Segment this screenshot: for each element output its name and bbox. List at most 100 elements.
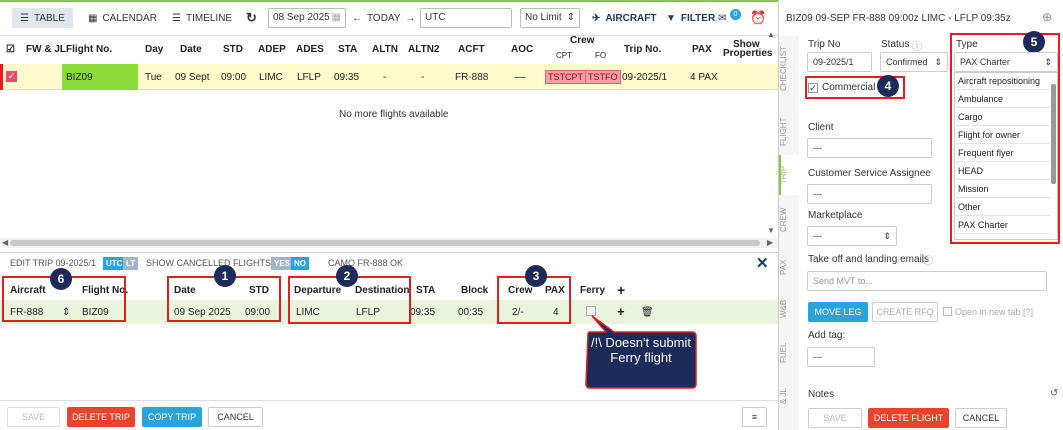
client-input[interactable]: --- [807, 138, 932, 158]
cell-flight[interactable]: BIZ09 [66, 72, 93, 83]
crew-cpt-tag[interactable]: TSTCPT [545, 70, 586, 84]
timeline-icon: ☰ [172, 12, 181, 24]
mvt-input[interactable]: Send MVT to... [807, 271, 1047, 291]
chevron-updown-icon: ⇕ [1044, 57, 1052, 67]
scroll-right-icon[interactable]: ▶ [767, 238, 773, 247]
menu-icon[interactable]: ≡ [742, 407, 767, 427]
type-option[interactable]: Mission [954, 180, 1050, 198]
col-ades[interactable]: ADES [296, 44, 324, 55]
scroll-left-icon[interactable]: ◀ [2, 238, 8, 247]
type-option[interactable]: Flight for owner [954, 126, 1050, 144]
col-altn[interactable]: ALTN [372, 44, 398, 55]
commercial-checkbox[interactable]: ✓ [808, 83, 818, 93]
cell-aoc: — [515, 72, 525, 83]
type-option[interactable]: Ambulance [954, 90, 1050, 108]
col-date[interactable]: Date [180, 44, 202, 55]
empty-message: No more flights available [339, 109, 449, 120]
move-leg-button[interactable]: MOVE LEG [808, 302, 868, 322]
yes-toggle[interactable]: YES [271, 257, 294, 270]
dropdown-scrollbar[interactable] [1051, 84, 1056, 184]
type-label: Type [956, 39, 978, 50]
trip-no-input[interactable]: 09-2025/1 [807, 52, 872, 72]
notes-label: Notes [808, 389, 835, 400]
lt-toggle[interactable]: LT [123, 257, 139, 270]
col-adep[interactable]: ADEP [258, 44, 286, 55]
save-flight-button[interactable]: SAVE [808, 408, 862, 428]
crew-fo-tag[interactable]: TSTFO [585, 70, 621, 84]
filter-icon: ▼ [666, 12, 676, 24]
tab-crew[interactable]: CREW [779, 205, 799, 235]
type-option[interactable]: Cargo [954, 108, 1050, 126]
messages-icon[interactable]: ✉ [718, 8, 726, 28]
row-checkbox[interactable]: ✓ [6, 71, 17, 82]
marketplace-label: Marketplace [808, 210, 863, 221]
cell-altn2: - [421, 72, 425, 83]
tab-calendar[interactable]: ▦ CALENDAR [88, 8, 157, 28]
scroll-down-icon[interactable]: ▼ [767, 226, 775, 235]
add-column-icon[interactable]: + [617, 282, 625, 298]
cancel-trip-button[interactable]: CANCEL [208, 407, 263, 427]
type-option[interactable]: Frequent flyer [954, 144, 1050, 162]
arrow-left-icon: ← [352, 12, 362, 24]
type-option[interactable]: HEAD [954, 162, 1050, 180]
tab-flight[interactable]: FLIGHT [779, 112, 799, 152]
clock-icon[interactable]: ⏰ [750, 8, 766, 28]
col-day[interactable]: Day [145, 44, 163, 55]
cell-trip[interactable]: 09-2025/1 [622, 72, 667, 83]
annotation-badge-1: 1 [214, 265, 236, 287]
tab-trip[interactable]: TRIP [779, 160, 799, 190]
top-accent-bar [0, 0, 778, 2]
filter-button[interactable]: ▼ FILTER [666, 8, 715, 28]
col-std[interactable]: STD [223, 44, 243, 55]
tab-wb[interactable]: W&B [779, 296, 799, 321]
history-icon[interactable]: ↺ [1050, 388, 1058, 399]
status-select[interactable]: Confirmed ⇕ [880, 52, 948, 72]
limit-select[interactable]: No Limit ⇕ [520, 8, 580, 28]
target-icon[interactable]: ⊕ [1042, 10, 1052, 24]
leg-sta[interactable]: 09:35 [410, 307, 435, 318]
type-option[interactable]: Other [954, 198, 1050, 216]
create-rfq-button[interactable]: CREATE RFQ [872, 302, 938, 322]
col-pax[interactable]: PAX [692, 44, 712, 55]
scrollbar-thumb[interactable] [10, 240, 760, 246]
tab-checklist[interactable]: CHECKLIST [779, 44, 799, 94]
date-input[interactable]: 08 Sep 2025 ▦ [268, 8, 346, 28]
refresh-icon[interactable]: ↻ [246, 8, 257, 28]
tab-table[interactable]: ☰ TABLE [12, 8, 73, 28]
type-option[interactable]: Aircraft repositioning [954, 72, 1050, 90]
col-trip-no[interactable]: Trip No. [624, 44, 661, 55]
new-tab-checkbox[interactable] [943, 307, 952, 316]
save-trip-button[interactable]: SAVE [7, 407, 60, 427]
delete-trip-button[interactable]: DELETE TRIP [67, 407, 135, 427]
col-fw-jl[interactable]: FW & JL [26, 44, 66, 55]
col-altn2[interactable]: ALTN2 [408, 44, 439, 55]
tab-timeline[interactable]: ☰ TIMELINE [172, 8, 232, 28]
col-acft[interactable]: ACFT [458, 44, 485, 55]
timezone-select[interactable]: UTC [420, 8, 512, 28]
cancel-flight-button[interactable]: CANCEL [955, 408, 1007, 428]
tab-fuel[interactable]: FUEL [779, 340, 799, 365]
help-icon[interactable]: ⓘ [923, 252, 933, 267]
leg-block[interactable]: 00:35 [458, 307, 483, 318]
tab-pax[interactable]: PAX [779, 255, 799, 280]
type-select[interactable]: PAX Charter ⇕ [954, 52, 1058, 72]
delete-flight-button[interactable]: DELETE FLIGHT [868, 408, 949, 428]
help-icon[interactable]: ⓘ [912, 38, 922, 53]
today-button[interactable]: ← TODAY → [352, 8, 416, 28]
marketplace-select[interactable]: --- ⇕ [807, 226, 897, 246]
copy-trip-button[interactable]: COPY TRIP [142, 407, 202, 427]
col-sta[interactable]: STA [338, 44, 357, 55]
tab-jl[interactable]: & JL [779, 383, 799, 408]
type-option[interactable]: PAX Charter [954, 216, 1050, 234]
chevron-updown-icon: ⇕ [566, 12, 575, 23]
no-toggle[interactable]: NO [291, 257, 309, 270]
close-icon[interactable]: ✕ [756, 254, 769, 272]
col-properties[interactable]: Properties [723, 48, 772, 59]
aircraft-button[interactable]: ✈ AIRCRAFT [592, 8, 657, 28]
tag-input[interactable]: --- [807, 347, 875, 367]
select-all-checkbox[interactable]: ☑ [6, 44, 15, 55]
col-flight-no[interactable]: Flight No. [66, 44, 112, 55]
csa-input[interactable]: --- [807, 184, 932, 204]
col-aoc[interactable]: AOC [511, 44, 533, 55]
scroll-up-icon[interactable]: ▲ [767, 30, 775, 39]
